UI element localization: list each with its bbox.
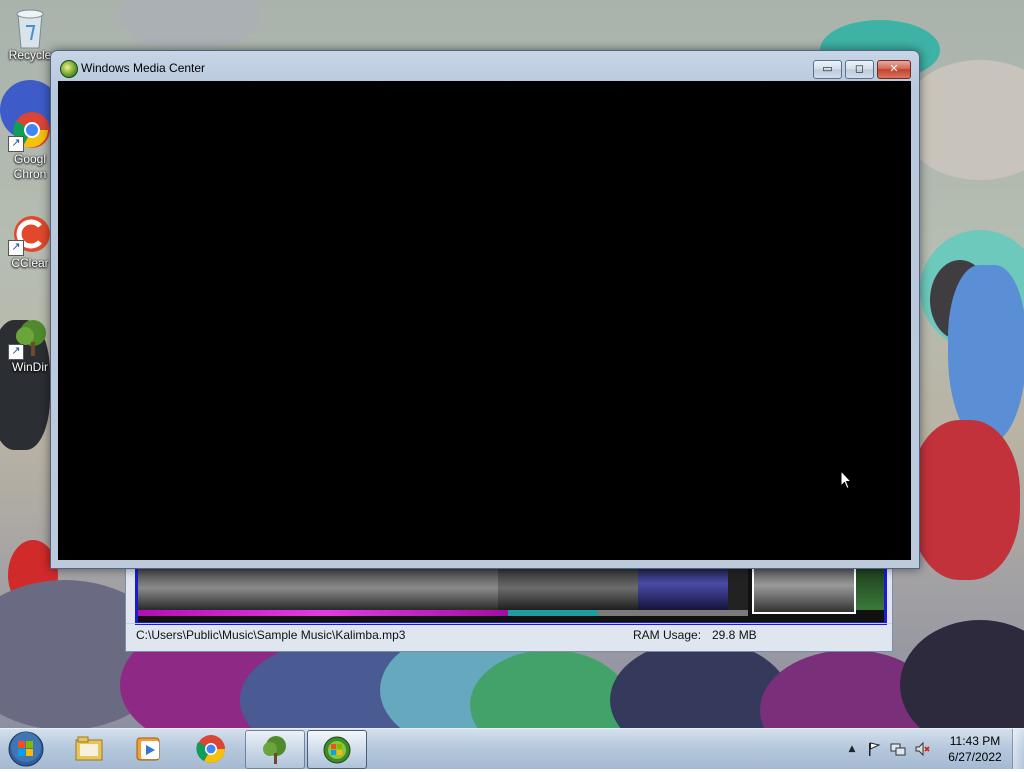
- wallpaper-shape: [900, 620, 1024, 728]
- treemap-block: [728, 566, 748, 610]
- treemap-strip: [138, 610, 508, 616]
- show-desktop-button[interactable]: [1012, 729, 1024, 769]
- treemap-block: [638, 566, 728, 610]
- network-icon[interactable]: [890, 741, 906, 757]
- media-center-icon: [60, 60, 78, 78]
- treemap-block: [856, 566, 884, 610]
- windows-logo-icon: [8, 731, 44, 767]
- windirstat-window[interactable]: C:\Users\Public\Music\Sample Music\Kalim…: [125, 560, 893, 652]
- taskbar-button-chrome[interactable]: [182, 730, 240, 767]
- action-center-flag-icon[interactable]: [866, 741, 882, 757]
- ccleaner-icon: ↗: [8, 214, 50, 256]
- shortcut-arrow-icon: ↗: [8, 344, 24, 360]
- windirstat-icon: ↗: [8, 318, 50, 360]
- taskbar-button-windirstat[interactable]: [245, 730, 305, 769]
- clock-time: 11:43 PM: [949, 734, 1001, 748]
- media-player-icon: [136, 737, 160, 761]
- maximize-icon: ◻: [854, 62, 865, 75]
- minimize-button[interactable]: ▭: [813, 60, 842, 79]
- shortcut-arrow-icon: ↗: [8, 136, 24, 152]
- volume-muted-icon[interactable]: [914, 741, 930, 757]
- treemap-block: [498, 566, 638, 610]
- wallpaper-shape: [948, 265, 1024, 445]
- treemap-view[interactable]: [135, 563, 887, 625]
- ram-usage-label: RAM Usage:: [633, 628, 702, 642]
- mouse-cursor-icon: [840, 470, 852, 490]
- taskbar-button-explorer[interactable]: [60, 730, 118, 767]
- media-center-window[interactable]: Windows Media Center ▭ ◻ ✕: [50, 50, 920, 569]
- recycle-bin-icon: [10, 6, 50, 49]
- chrome-icon: ↗: [8, 110, 50, 152]
- treemap-strip: [508, 610, 598, 616]
- show-hidden-icons-button[interactable]: ▲: [844, 741, 860, 757]
- wallpaper-shape: [910, 420, 1020, 580]
- start-button[interactable]: [6, 730, 46, 768]
- close-button[interactable]: ✕: [877, 60, 911, 79]
- taskbar-button-media-player[interactable]: [120, 730, 178, 767]
- treemap-block: [138, 566, 498, 610]
- windirstat-icon: [263, 736, 286, 764]
- ram-usage-value: 29.8 MB: [712, 628, 757, 642]
- taskbar-button-media-center[interactable]: [307, 730, 367, 769]
- status-bar: C:\Users\Public\Music\Sample Music\Kalim…: [126, 623, 892, 646]
- window-title: Windows Media Center: [81, 61, 206, 75]
- status-path: C:\Users\Public\Music\Sample Music\Kalim…: [136, 628, 406, 642]
- close-icon: ✕: [889, 62, 899, 75]
- clock[interactable]: 11:43 PM 6/27/2022: [940, 733, 1010, 765]
- clock-date: 6/27/2022: [948, 750, 1002, 764]
- folder-icon: [75, 736, 103, 761]
- chrome-icon: [196, 735, 225, 763]
- wallpaper-shape: [120, 0, 260, 50]
- shortcut-arrow-icon: ↗: [8, 240, 24, 256]
- taskbar: ▲ 11:43 PM 6/27/2022: [0, 728, 1024, 769]
- maximize-button[interactable]: ◻: [845, 60, 874, 79]
- media-center-icon: [323, 736, 351, 764]
- media-center-content[interactable]: [58, 81, 911, 560]
- treemap-strip: [598, 610, 748, 616]
- title-bar[interactable]: Windows Media Center ▭ ◻ ✕: [51, 51, 919, 81]
- treemap-selection: [752, 566, 856, 614]
- notification-area: ▲ 11:43 PM 6/27/2022: [840, 729, 1024, 769]
- minimize-icon: ▭: [822, 62, 833, 75]
